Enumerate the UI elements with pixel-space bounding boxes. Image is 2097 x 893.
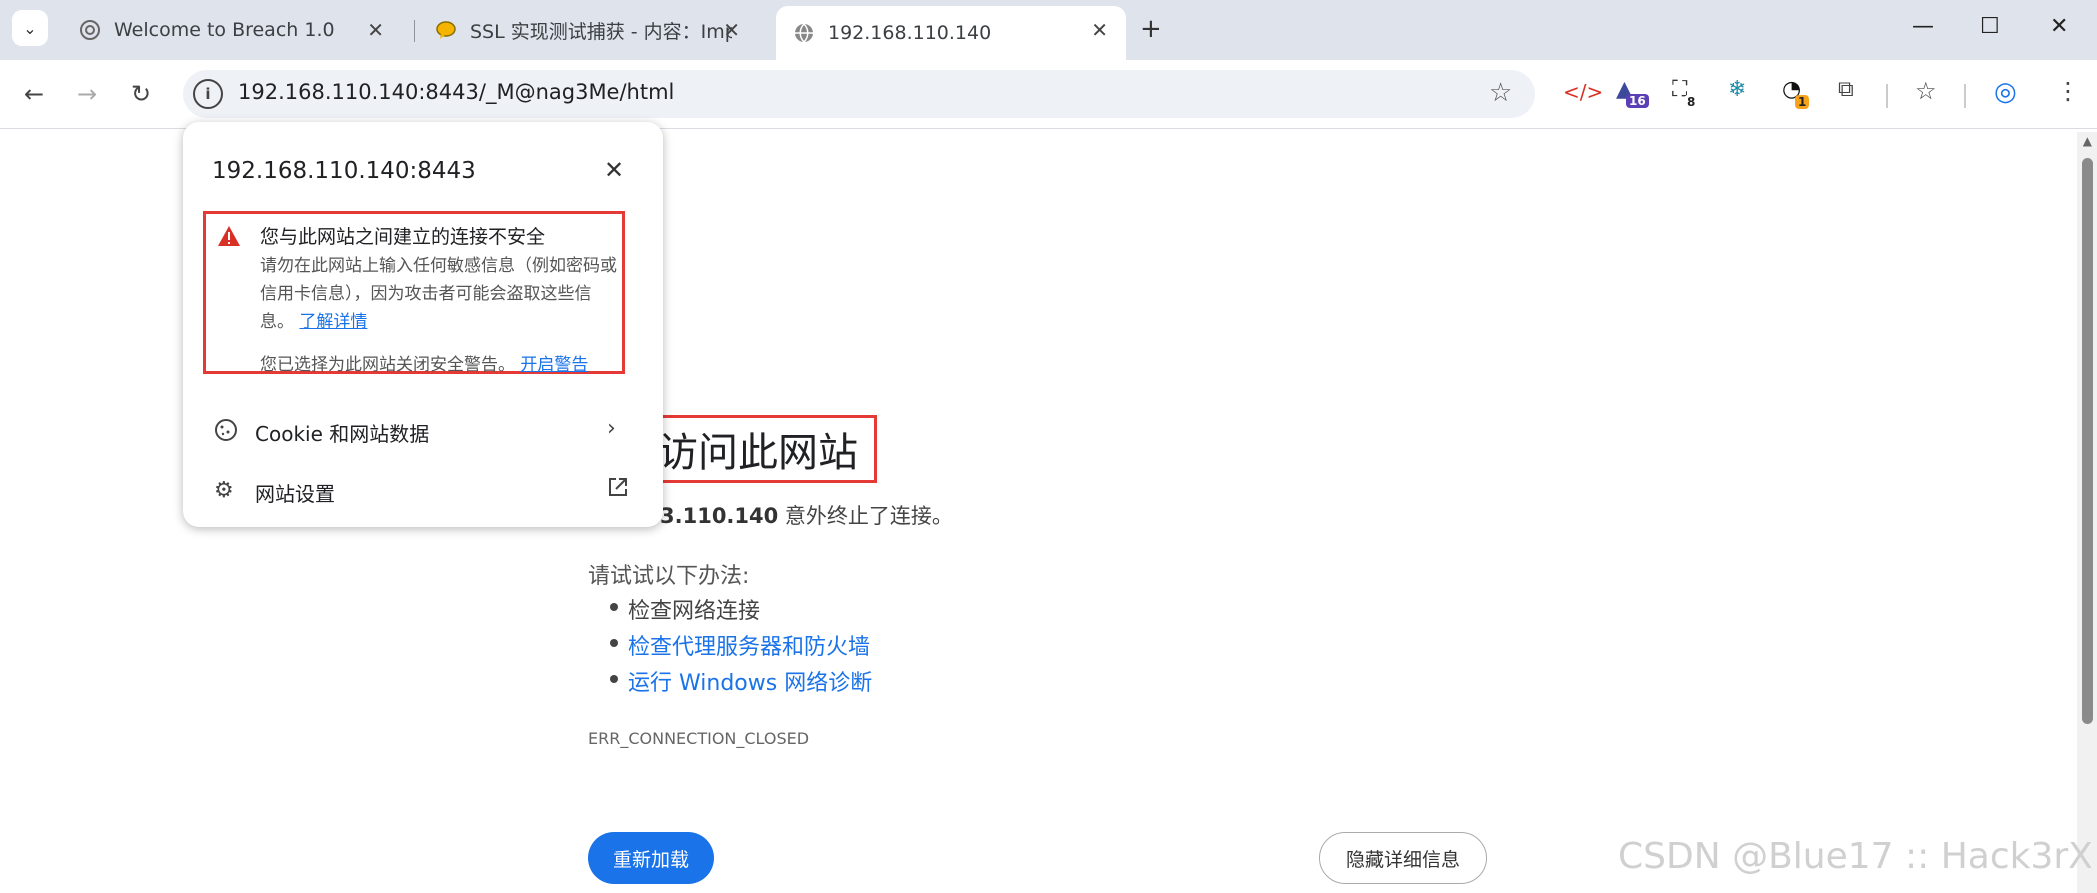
code-icon[interactable]: </> (1563, 80, 1603, 104)
error-description: 3.110.140 意外终止了连接。 (660, 500, 953, 530)
warning-body: 请勿在此网站上输入任何敏感信息（例如密码或信用卡信息），因为攻击者可能会盗取这些… (260, 256, 617, 332)
bullet (610, 639, 618, 647)
scrollbar-thumb[interactable] (2082, 158, 2093, 724)
error-code: ERR_CONNECTION_CLOSED (588, 729, 810, 748)
badge: 1 (1795, 95, 1810, 109)
learn-more-link[interactable]: 了解详情 (299, 312, 367, 332)
suggestion-link-diagnostics[interactable]: 运行 Windows 网络诊断 (610, 665, 872, 697)
site-info-button[interactable]: i (193, 79, 223, 109)
menu-icon[interactable]: ⋮ (2056, 77, 2080, 105)
watermark: CSDN @Blue17 :: Hack3rX (1618, 836, 2093, 877)
forward-button[interactable]: → (77, 80, 97, 108)
close-icon[interactable]: ✕ (367, 18, 384, 42)
tab-title: 192.168.110.140 (828, 22, 992, 44)
cookie-label: Cookie 和网站数据 (255, 422, 430, 446)
puzzle-icon[interactable]: ⧉ (1838, 77, 1854, 102)
chat-icon (434, 18, 458, 42)
error-host: 3.110.140 (660, 504, 779, 528)
tab-divider (414, 20, 415, 42)
cookie-settings-row[interactable]: Cookie 和网站数据 › (183, 406, 663, 456)
bookmark-star-icon[interactable]: ☆ (1489, 78, 1512, 108)
bookmarks-icon[interactable]: ☆ (1915, 77, 1937, 105)
badge: 16 (1626, 94, 1649, 108)
close-icon[interactable]: ✕ (604, 156, 624, 184)
suggestion-item: 检查网络连接 (610, 593, 760, 625)
reload-page-button[interactable]: 重新加载 (588, 832, 714, 884)
scroll-up-icon[interactable]: ▲ (2083, 134, 2092, 148)
tab-breach[interactable]: Welcome to Breach 1.0 ✕ (62, 6, 402, 54)
close-icon[interactable]: ✕ (1091, 18, 1108, 42)
reload-button[interactable]: ↻ (131, 80, 151, 108)
site-settings-row[interactable]: ⚙ 网站设置 (183, 466, 663, 516)
warning-icon (217, 225, 241, 253)
window-close-button[interactable]: ✕ (2050, 14, 2068, 39)
new-tab-button[interactable]: + (1140, 14, 1162, 44)
info-icon: i (205, 85, 211, 103)
tab-active[interactable]: 192.168.110.140 ✕ (776, 6, 1126, 60)
popup-host: 192.168.110.140:8443 (212, 158, 476, 184)
tab-ssl[interactable]: SSL 实现测试捕获 - 内容：Imp ✕ (418, 6, 758, 54)
chevron-down-icon: ⌄ (23, 18, 37, 38)
enable-warnings-link[interactable]: 开启警告 (520, 355, 588, 375)
warning-title: 您与此网站之间建立的连接不安全 (260, 226, 546, 248)
site-settings-label: 网站设置 (255, 482, 335, 506)
toolbar-divider (1964, 84, 1966, 108)
tab-search-button[interactable]: ⌄ (12, 10, 48, 46)
url-text[interactable]: 192.168.110.140:8443/_M@nag3Me/html (238, 80, 674, 104)
snowflake-icon[interactable]: ❄ (1728, 77, 1746, 102)
suggestion-link-proxy[interactable]: 检查代理服务器和防火墙 (610, 629, 870, 661)
cookie-icon (214, 418, 238, 448)
globe-icon (792, 21, 816, 45)
external-link-icon (607, 476, 629, 504)
suggestions-heading: 请试试以下办法: (588, 564, 750, 589)
toolbar-divider (1886, 84, 1888, 108)
gear-icon: ⚙ (214, 478, 234, 503)
back-button[interactable]: ← (24, 80, 44, 108)
close-icon[interactable]: ✕ (723, 18, 740, 42)
maximize-button[interactable]: ☐ (1980, 14, 2000, 39)
warnings-disabled-text: 您已选择为此网站关闭安全警告。 开启警告 (260, 355, 589, 375)
hide-details-button[interactable]: 隐藏详细信息 (1319, 832, 1487, 884)
bullet (610, 603, 618, 611)
globe-icon (78, 18, 102, 42)
badge: 8 (1684, 95, 1699, 109)
minimize-button[interactable]: — (1912, 14, 1934, 39)
error-message: 意外终止了连接。 (778, 504, 953, 528)
chevron-right-icon: › (607, 416, 616, 441)
profile-icon[interactable]: ◎ (1994, 77, 2017, 107)
bullet (610, 675, 618, 683)
tab-title: SSL 实现测试捕获 - 内容：Imp (470, 20, 732, 43)
highlight-box (655, 415, 877, 483)
site-info-popup: 192.168.110.140:8443 ✕ 您与此网站之间建立的连接不安全 请… (183, 122, 663, 527)
tab-title: Welcome to Breach 1.0 (114, 19, 335, 41)
